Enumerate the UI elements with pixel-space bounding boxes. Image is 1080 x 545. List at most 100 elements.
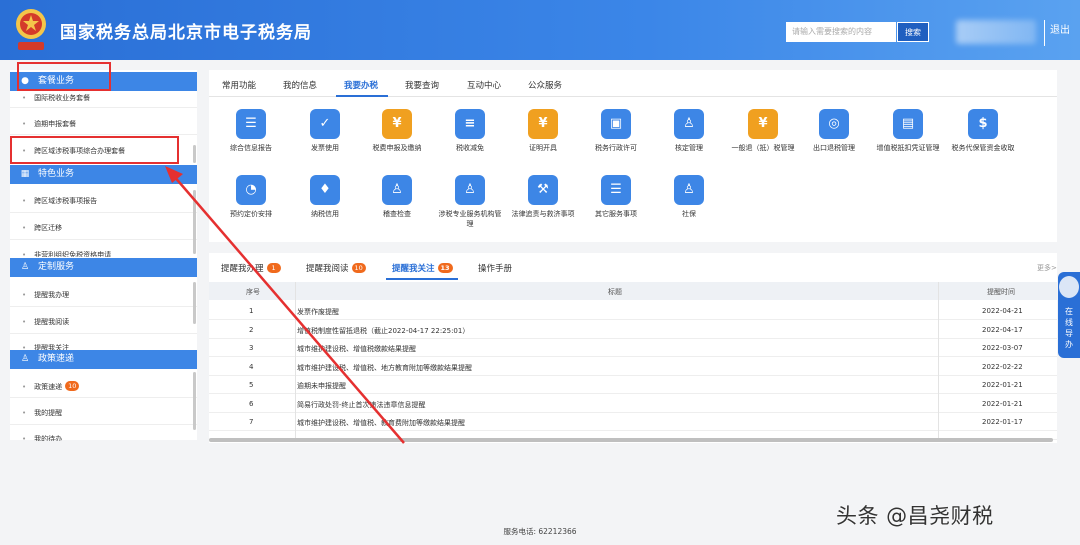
row-title[interactable]: 城市维护建设税、增值税缴款结果提醒	[297, 344, 416, 354]
row-index: 6	[249, 399, 254, 408]
function-label: 社保	[682, 210, 696, 218]
search-button[interactable]: 搜索	[897, 22, 929, 42]
invoice-icon: ✓	[310, 109, 340, 139]
active-tab-indicator	[386, 278, 458, 280]
table-row[interactable]: 5 逾期未申报提醒 2022-01-21	[209, 376, 1057, 394]
row-title[interactable]: 城市维护建设税、增值税、地方教育附加等缴款结果提醒	[297, 363, 472, 373]
tab-do-tax[interactable]: 我要办税	[344, 79, 378, 91]
table-row[interactable]: 7 城市维护建设税、增值税、教育费附加等缴款结果提醒 2022-01-17	[209, 413, 1057, 431]
sidebar-item[interactable]: 非营利组织免税资格申请	[22, 250, 111, 257]
function-tile[interactable]: ◔ 预约定价安排	[219, 175, 283, 219]
tab-remind-handle[interactable]: 提醒我办理 1	[221, 262, 281, 274]
header-title: 标题	[608, 288, 622, 296]
horizontal-scrollbar[interactable]	[209, 438, 1053, 442]
function-tile[interactable]: ⚒ 法律追责与救济事项	[511, 175, 575, 219]
function-tile[interactable]: ¥ 一般退（抵）税管理	[731, 109, 795, 153]
function-tile[interactable]: ♦ 纳税信用	[293, 175, 357, 219]
function-tile[interactable]: ☰ 综合信息报告	[219, 109, 283, 153]
scrollbar[interactable]	[193, 282, 196, 324]
table-row[interactable]: 4 城市维护建设税、增值税、地方教育附加等缴款结果提醒 2022-02-22	[209, 358, 1057, 376]
scrollbar[interactable]	[193, 145, 196, 163]
function-tile[interactable]: ▣ 税务行政许可	[584, 109, 648, 153]
function-tile[interactable]: ☰ 其它服务事项	[584, 175, 648, 219]
table-row[interactable]: 3 城市维护建设税、增值税缴款结果提醒 2022-03-07	[209, 339, 1057, 357]
sidebar-group-policy[interactable]: ♙ 政策速递	[10, 350, 197, 369]
function-label: 核定管理	[675, 144, 703, 152]
person-gear-icon: ♙	[674, 109, 704, 139]
sidebar-item[interactable]: 提醒我关注	[22, 343, 69, 350]
scrollbar[interactable]	[193, 190, 196, 254]
divider	[10, 306, 197, 307]
row-title[interactable]: 发票作废提醒	[297, 307, 339, 317]
function-label: 其它服务事项	[595, 210, 637, 218]
declare-icon: ¥	[382, 109, 412, 139]
row-time: 2022-02-22	[982, 362, 1023, 371]
sidebar-group-custom[interactable]: ♙ 定制服务	[10, 258, 197, 277]
tab-remind-read[interactable]: 提醒我阅读 10	[306, 262, 366, 274]
sidebar-group-featured[interactable]: ▦ 特色业务	[10, 165, 197, 184]
function-label: 税费申报及缴纳	[372, 144, 422, 152]
reduce-icon: ≡	[455, 109, 485, 139]
table-row[interactable]: 1 发票作废提醒 2022-04-21	[209, 302, 1057, 320]
tab-public[interactable]: 公众服务	[528, 79, 562, 91]
function-label: 一般退（抵）税管理	[731, 144, 795, 152]
row-time: 2022-04-17	[982, 325, 1023, 334]
row-time: 2022-01-21	[982, 381, 1023, 389]
row-title[interactable]: 逾期未申报提醒	[297, 381, 346, 391]
logout-link[interactable]: 退出	[1050, 21, 1070, 36]
function-tile[interactable]: $ 税务代保管资金收取	[951, 109, 1015, 153]
tab-interaction[interactable]: 互动中心	[467, 79, 501, 91]
row-time: 2022-04-21	[982, 307, 1023, 315]
divider	[10, 107, 197, 108]
more-link[interactable]: 更多>	[1037, 263, 1057, 273]
sidebar-item[interactable]: 跨区迁移	[22, 223, 62, 233]
sidebar-item[interactable]: 逾期申报套餐	[22, 119, 76, 129]
count-badge: 10	[351, 263, 366, 273]
row-title[interactable]: 简易行政处罚-终止首次违法违章信息提醒	[297, 400, 426, 410]
function-label: 发票使用	[311, 144, 339, 152]
avatar-icon	[1059, 276, 1079, 298]
row-title[interactable]: 增值税制度性留抵退税（截止2022-04-17 22:25:01）	[297, 326, 469, 336]
function-label: 税务行政许可	[595, 144, 637, 152]
person-gear-icon: ♙	[674, 175, 704, 205]
row-time: 2022-01-17	[982, 418, 1023, 426]
function-tile[interactable]: ▤ 增值税抵扣凭证管理	[876, 109, 940, 153]
function-tile[interactable]: ◎ 出口退税管理	[802, 109, 866, 153]
sidebar-item[interactable]: 我的待办	[22, 434, 62, 441]
function-tile[interactable]: ¥ 证明开具	[511, 109, 575, 153]
tab-remind-follow[interactable]: 提醒我关注 13	[392, 262, 453, 274]
function-tile[interactable]: ✓ 发票使用	[293, 109, 357, 153]
table-row[interactable]: 6 简易行政处罚-终止首次违法违章信息提醒 2022-01-21	[209, 395, 1057, 413]
divider	[10, 212, 197, 213]
scrollbar[interactable]	[193, 372, 196, 430]
function-tile[interactable]: ♙ 核定管理	[657, 109, 721, 153]
inspector-icon: ♙	[382, 175, 412, 205]
function-label: 增值税抵扣凭证管理	[876, 144, 940, 152]
certificate-icon: ¥	[528, 109, 558, 139]
tab-query[interactable]: 我要查询	[405, 79, 439, 91]
search-input[interactable]: 请输入需要搜索的内容	[786, 22, 896, 42]
function-tile[interactable]: ♙ 稽查检查	[365, 175, 429, 219]
row-title[interactable]: 城市维护建设税、增值税、教育费附加等缴款结果提醒	[297, 418, 465, 428]
function-tile[interactable]: ♙ 社保	[657, 175, 721, 219]
tab-manual[interactable]: 操作手册	[478, 262, 512, 274]
sidebar-item[interactable]: 提醒我办理	[22, 290, 69, 300]
row-index: 4	[249, 362, 254, 371]
sidebar-item[interactable]: 提醒我阅读	[22, 317, 69, 327]
sidebar-item[interactable]: 跨区域涉税事项报告	[22, 196, 97, 206]
function-tile[interactable]: ♙ 涉税专业服务机构管理	[438, 175, 502, 229]
function-label: 稽查检查	[383, 210, 411, 218]
row-index: 5	[249, 381, 254, 389]
sidebar-item[interactable]: 国际税收业务套餐	[22, 93, 90, 103]
table-row[interactable]: 2 增值税制度性留抵退税（截止2022-04-17 22:25:01） 2022-0…	[209, 321, 1057, 339]
sidebar-item[interactable]: 政策速递10	[22, 381, 80, 392]
tab-common[interactable]: 常用功能	[222, 79, 256, 91]
refund-icon: ¥	[748, 109, 778, 139]
function-tile[interactable]: ≡ 税收减免	[438, 109, 502, 153]
clock-icon: ◔	[236, 175, 266, 205]
sidebar-item[interactable]: 我的提醒	[22, 408, 62, 418]
count-badge: 13	[437, 263, 453, 273]
online-guide-label: 在线导办	[1065, 307, 1073, 349]
tab-my-info[interactable]: 我的信息	[283, 79, 317, 91]
function-tile[interactable]: ¥ 税费申报及缴纳	[365, 109, 429, 153]
